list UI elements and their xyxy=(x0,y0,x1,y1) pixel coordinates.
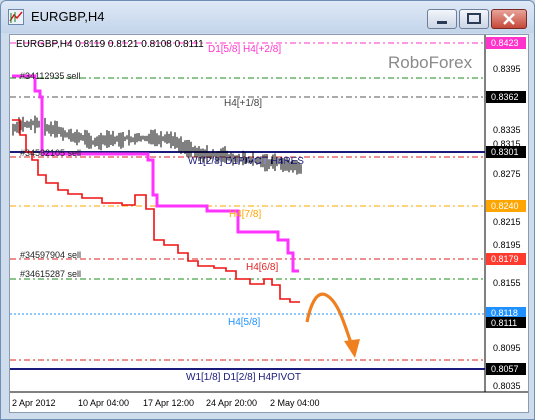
price-box-h4-1-8: 0.8362 xyxy=(486,91,526,103)
close-icon xyxy=(503,13,515,25)
svg-text:0.8118: 0.8118 xyxy=(491,308,518,318)
price-tick: 0.8215 xyxy=(493,217,521,227)
label-w1-bottom: W1[1/8] D1[2/8] H4PIVOT xyxy=(186,372,301,383)
chart-panel[interactable]: D1[5/8] H4[+2/8] H4[+1/8] W1[2/8] D1PIVO… xyxy=(9,34,529,413)
chart-info: EURGBP,H4 0.8119 0.8121 0.8108 0.8111 xyxy=(16,39,204,50)
forecast-arrow-head xyxy=(344,339,360,358)
svg-text:0.8111: 0.8111 xyxy=(491,318,517,328)
window-title: EURGBP,H4 xyxy=(31,9,105,24)
price-tick: 0.8095 xyxy=(493,343,521,353)
label-d1-5-8: D1[5/8] H4[+2/8] xyxy=(208,44,281,55)
chart-icon xyxy=(8,9,24,25)
svg-text:0.8362: 0.8362 xyxy=(491,92,519,102)
time-axis: 2 Apr 2012 10 Apr 04:00 17 Apr 12:00 24 … xyxy=(12,398,320,408)
order-label: #34112935 sell xyxy=(20,71,80,81)
price-axis: 0.8395 0.8335 0.8315 0.8275 0.8215 0.819… xyxy=(493,64,521,391)
minimize-icon xyxy=(437,21,447,24)
close-button[interactable] xyxy=(491,9,527,29)
label-h4-7-8: H4[7/8] xyxy=(229,209,261,220)
price-tick: 0.8275 xyxy=(493,169,521,179)
restore-icon xyxy=(467,13,481,24)
price-box-pivot: 0.8301 xyxy=(486,146,526,158)
label-h4-1-8: H4[+1/8] xyxy=(224,98,262,109)
price-box-magenta: 0.8423 xyxy=(486,37,526,49)
svg-text:0.8057: 0.8057 xyxy=(491,364,519,374)
time-tick: 24 Apr 20:00 xyxy=(206,398,257,408)
time-tick: 17 Apr 12:00 xyxy=(143,398,194,408)
time-tick: 10 Apr 04:00 xyxy=(78,398,129,408)
price-box-red: 0.8179 xyxy=(486,253,526,265)
time-tick: 2 May 04:00 xyxy=(270,398,320,408)
price-tick: 0.8035 xyxy=(493,381,521,391)
price-tick: 0.8195 xyxy=(493,240,521,250)
order-label: #34597904 sell xyxy=(20,250,81,260)
price-tick: 0.8335 xyxy=(493,125,521,135)
order-label: #34582105 sell xyxy=(20,148,81,158)
time-tick: 2 Apr 2012 xyxy=(12,398,56,408)
svg-text:0.8301: 0.8301 xyxy=(491,147,519,157)
label-w1-pivot: W1[2/8] D1PIVOT H4RES xyxy=(188,156,304,167)
svg-text:0.8240: 0.8240 xyxy=(491,201,519,211)
forecast-arrow xyxy=(305,292,353,344)
chart-window: EURGBP,H4 D1[5/8] H4[+2/8] H4[+1/8] W1[2… xyxy=(0,0,535,420)
price-chart[interactable]: D1[5/8] H4[+2/8] H4[+1/8] W1[2/8] D1PIVO… xyxy=(10,35,528,412)
watermark: RoboForex xyxy=(388,53,473,72)
price-box-current: 0.8111 xyxy=(486,317,526,328)
svg-text:0.8423: 0.8423 xyxy=(491,38,519,48)
price-tick: 0.8155 xyxy=(493,278,521,288)
price-box-orange: 0.8240 xyxy=(486,200,526,212)
minimize-button[interactable] xyxy=(427,9,457,29)
title-bar[interactable]: EURGBP,H4 xyxy=(1,1,534,33)
label-h4-5-8: H4[5/8] xyxy=(228,317,260,328)
price-tick: 0.8395 xyxy=(493,64,521,74)
label-h4-6-8: H4[6/8] xyxy=(246,262,278,273)
price-box-bottom: 0.8057 xyxy=(486,363,526,375)
maximize-button[interactable] xyxy=(459,9,489,29)
svg-text:0.8179: 0.8179 xyxy=(491,254,519,264)
order-label: #34615287 sell xyxy=(20,269,81,279)
